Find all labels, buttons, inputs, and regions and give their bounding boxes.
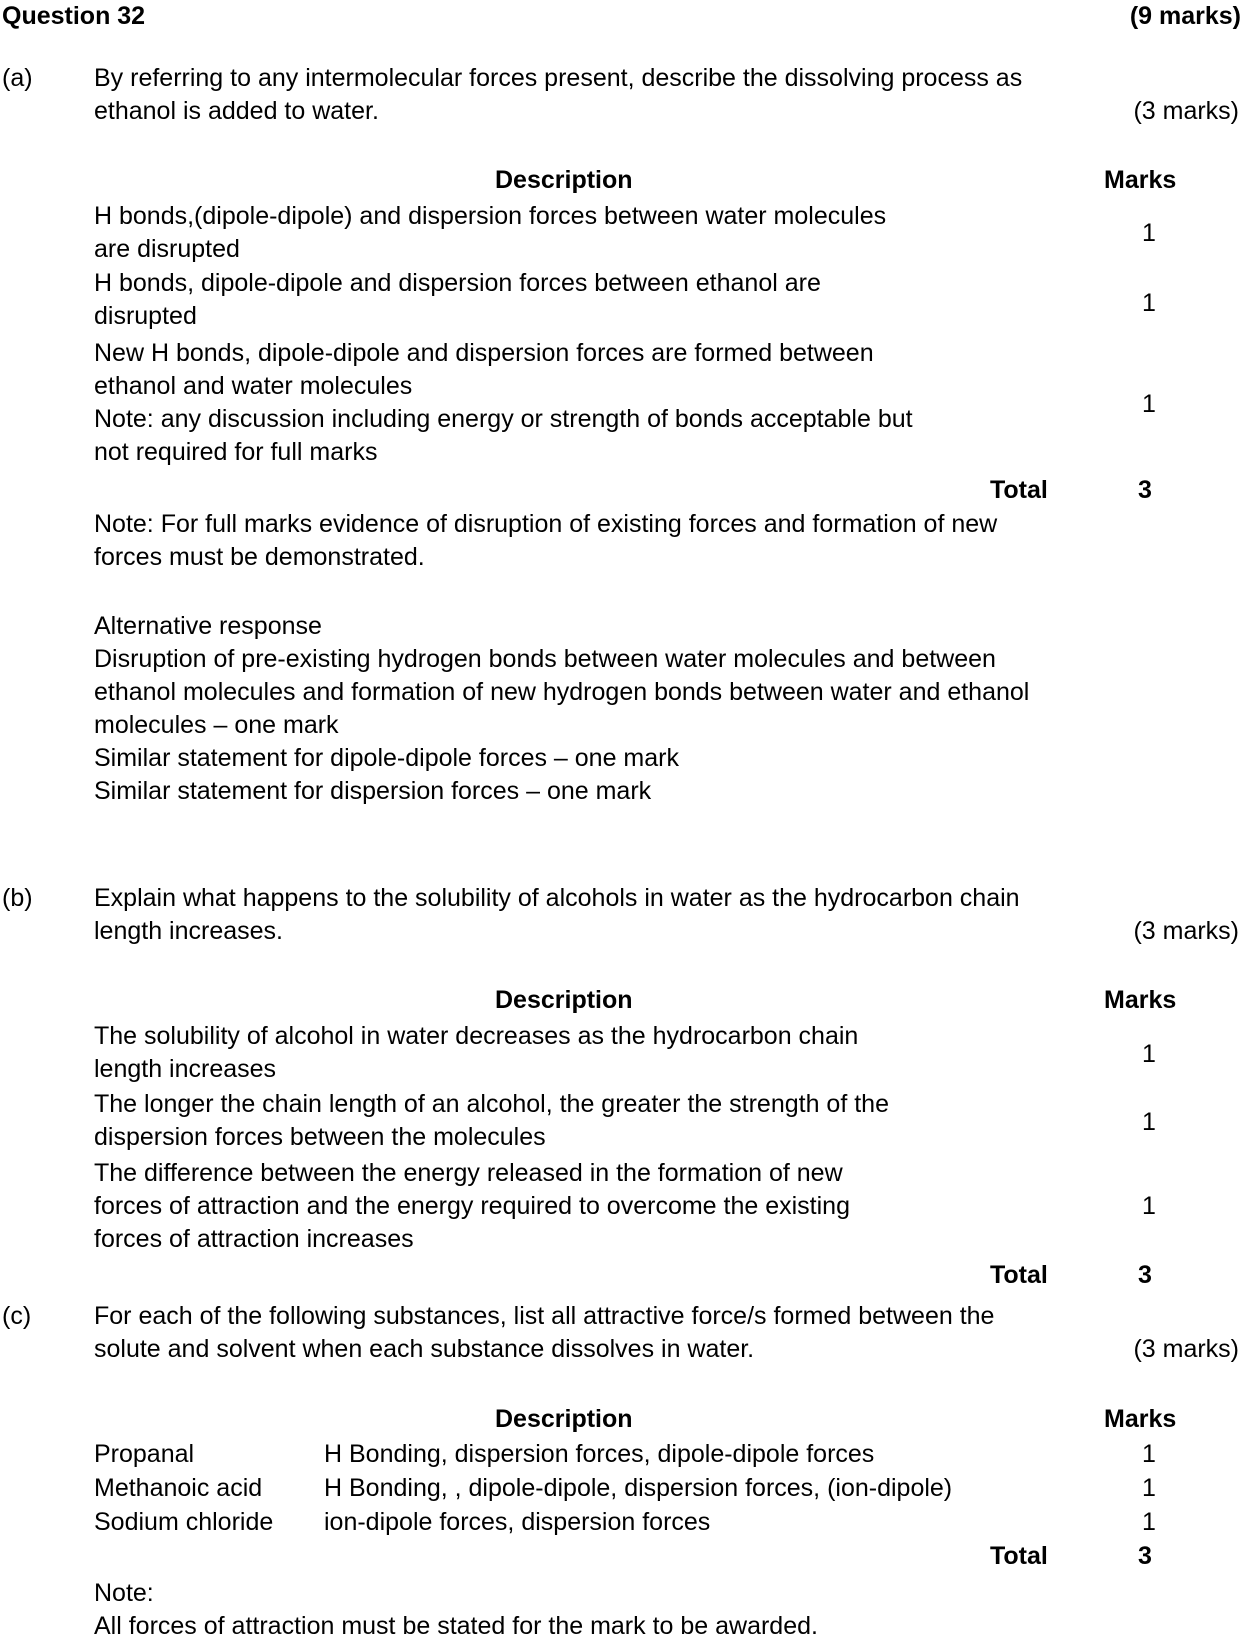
part-b-header-marks: Marks bbox=[1104, 986, 1177, 1014]
part-b-question-line-2-row: length increases. (3 marks) bbox=[94, 915, 1239, 948]
part-b-question-line-1: Explain what happens to the solubility o… bbox=[94, 884, 1020, 912]
part-b-label: (b) bbox=[2, 884, 33, 912]
part-c-marks: (3 marks) bbox=[1133, 1335, 1239, 1363]
part-c-row-3-mark: 1 bbox=[1142, 1508, 1156, 1536]
part-b-row-1-text: The solubility of alcohol in water decre… bbox=[94, 1020, 1054, 1086]
part-c-question-line-2-row: solute and solvent when each substance d… bbox=[94, 1333, 1239, 1366]
part-a-note-line-1: Note: For full marks evidence of disrupt… bbox=[94, 510, 998, 538]
part-a-question-line-1: By referring to any intermolecular force… bbox=[94, 64, 1023, 92]
part-b-row-2-line-2: dispersion forces between the molecules bbox=[94, 1123, 546, 1151]
part-c-note: Note: All forces of attraction must be s… bbox=[94, 1577, 1239, 1643]
part-c-row-1-substance: Propanal bbox=[94, 1440, 195, 1468]
part-a-header-marks: Marks bbox=[1104, 166, 1177, 194]
part-c-row-2-mark: 1 bbox=[1142, 1474, 1156, 1502]
part-a-question: By referring to any intermolecular force… bbox=[94, 62, 1241, 128]
part-c-header-marks: Marks bbox=[1104, 1405, 1177, 1433]
part-a-row-1-line-2: are disrupted bbox=[94, 235, 240, 263]
part-a-row-3-line-2: ethanol and water molecules bbox=[94, 372, 413, 400]
question-title: Question 32 bbox=[2, 2, 146, 30]
part-b-row-1-mark: 1 bbox=[1142, 1040, 1156, 1068]
part-c-total-value: 3 bbox=[1138, 1542, 1152, 1570]
part-b-marks: (3 marks) bbox=[1133, 917, 1239, 945]
part-b-row-3-mark: 1 bbox=[1142, 1192, 1156, 1220]
part-a-row-2-line-1: H bonds, dipole-dipole and dispersion fo… bbox=[94, 269, 821, 297]
part-b-row-3-line-2: forces of attraction and the energy requ… bbox=[94, 1192, 850, 1220]
part-c-row-3-forces: ion-dipole forces, dispersion forces bbox=[324, 1508, 711, 1536]
part-c-question: For each of the following substances, li… bbox=[94, 1300, 1241, 1366]
part-a-note-line-2: forces must be demonstrated. bbox=[94, 543, 425, 571]
part-b-header-description: Description bbox=[495, 986, 633, 1014]
part-b-row-1-line-2: length increases bbox=[94, 1055, 277, 1083]
part-c-question-line-2: solute and solvent when each substance d… bbox=[94, 1335, 755, 1363]
part-a-alt-line-5: Similar statement for dipole-dipole forc… bbox=[94, 744, 679, 772]
part-b-row-3-text: The difference between the energy releas… bbox=[94, 1157, 1054, 1256]
part-b-total-value: 3 bbox=[1138, 1261, 1152, 1289]
question-total-marks: (9 marks) bbox=[1129, 2, 1241, 30]
part-a-row-3-line-1: New H bonds, dipole-dipole and dispersio… bbox=[94, 339, 874, 367]
part-b-row-2-text: The longer the chain length of an alcoho… bbox=[94, 1088, 1054, 1154]
part-c-label: (c) bbox=[2, 1302, 32, 1330]
part-a-question-line-2-row: ethanol is added to water. (3 marks) bbox=[94, 95, 1239, 128]
part-b-question: Explain what happens to the solubility o… bbox=[94, 882, 1241, 948]
part-a-alternative: Alternative response Disruption of pre-e… bbox=[94, 610, 1239, 808]
part-c-row-3-substance: Sodium chloride bbox=[94, 1508, 274, 1536]
part-a-alt-line-4: molecules – one mark bbox=[94, 711, 339, 739]
part-c-total-label: Total bbox=[990, 1542, 1048, 1570]
part-b-total-label: Total bbox=[990, 1261, 1048, 1289]
part-a-row-1-mark: 1 bbox=[1142, 219, 1156, 247]
part-a-row-3-line-3: Note: any discussion including energy or… bbox=[94, 405, 913, 433]
part-a-total-value: 3 bbox=[1138, 476, 1152, 504]
part-a-alt-line-3: ethanol molecules and formation of new h… bbox=[94, 678, 1030, 706]
part-a-alt-line-6: Similar statement for dispersion forces … bbox=[94, 777, 652, 805]
part-a-row-1-text: H bonds,(dipole-dipole) and dispersion f… bbox=[94, 200, 1054, 266]
part-b-row-2-line-1: The longer the chain length of an alcoho… bbox=[94, 1090, 889, 1118]
part-c-note-line-2: All forces of attraction must be stated … bbox=[94, 1612, 818, 1640]
part-a-row-1-line-1: H bonds,(dipole-dipole) and dispersion f… bbox=[94, 202, 887, 230]
part-b-row-3-line-1: The difference between the energy releas… bbox=[94, 1159, 843, 1187]
part-c-note-line-1: Note: bbox=[94, 1579, 154, 1607]
part-a-row-2-mark: 1 bbox=[1142, 289, 1156, 317]
part-a-row-3-mark: 1 bbox=[1142, 390, 1156, 418]
part-a-note: Note: For full marks evidence of disrupt… bbox=[94, 508, 1239, 574]
part-a-label: (a) bbox=[2, 64, 33, 92]
part-c-row-2-forces: H Bonding, , dipole-dipole, dispersion f… bbox=[324, 1474, 953, 1502]
part-b-row-1-line-1: The solubility of alcohol in water decre… bbox=[94, 1022, 859, 1050]
part-c-row-1-forces: H Bonding, dispersion forces, dipole-dip… bbox=[324, 1440, 875, 1468]
part-a-alt-line-1: Alternative response bbox=[94, 612, 322, 640]
part-b-row-2-mark: 1 bbox=[1142, 1108, 1156, 1136]
part-a-row-2-text: H bonds, dipole-dipole and dispersion fo… bbox=[94, 267, 1054, 333]
part-a-row-2-line-2: disrupted bbox=[94, 302, 197, 330]
part-a-header-description: Description bbox=[495, 166, 633, 194]
part-c-row-2-substance: Methanoic acid bbox=[94, 1474, 263, 1502]
part-c-question-line-1: For each of the following substances, li… bbox=[94, 1302, 995, 1330]
part-a-row-3-line-4: not required for full marks bbox=[94, 438, 378, 466]
part-b-question-line-2: length increases. bbox=[94, 917, 284, 945]
part-a-alt-line-2: Disruption of pre-existing hydrogen bond… bbox=[94, 645, 996, 673]
part-a-row-3-text: New H bonds, dipole-dipole and dispersio… bbox=[94, 337, 1054, 469]
part-c-row-1-mark: 1 bbox=[1142, 1440, 1156, 1468]
part-a-marks: (3 marks) bbox=[1133, 97, 1239, 125]
part-a-question-line-2: ethanol is added to water. bbox=[94, 97, 379, 125]
part-b-row-3-line-3: forces of attraction increases bbox=[94, 1225, 414, 1253]
part-a-total-label: Total bbox=[990, 476, 1048, 504]
part-c-header-description: Description bbox=[495, 1405, 633, 1433]
